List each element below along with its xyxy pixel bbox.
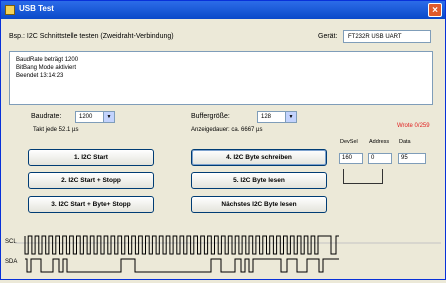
sda-waveform bbox=[25, 258, 339, 273]
next-i2c-byte-read-button[interactable]: Nächstes I2C Byte lesen bbox=[191, 196, 327, 213]
app-window: USB Test × Bsp.: I2C Schnittstelle teste… bbox=[0, 0, 446, 280]
title-bar: USB Test × bbox=[1, 1, 445, 19]
i2c-start-button[interactable]: 1. I2C Start bbox=[28, 149, 154, 166]
data-field[interactable]: 95 bbox=[398, 153, 426, 164]
devsel-label: DevSel bbox=[340, 139, 358, 145]
log-line: BitBang Mode aktiviert bbox=[16, 65, 77, 71]
i2c-start-byte-stop-button[interactable]: 3. I2C Start + Byte+ Stopp bbox=[28, 196, 154, 213]
i2c-byte-write-button[interactable]: 4. I2C Byte schreiben bbox=[191, 149, 327, 166]
address-label: Address bbox=[369, 139, 390, 145]
device-field[interactable]: FT232R USB UART bbox=[343, 30, 431, 43]
log-textarea[interactable]: BaudRate beträgt 1200 BitBang Mode aktiv… bbox=[9, 51, 433, 105]
baudrate-label: Baudrate: bbox=[31, 113, 62, 120]
i2c-start-stop-button[interactable]: 2. I2C Start + Stopp bbox=[28, 172, 154, 189]
address-field[interactable]: 0 bbox=[368, 153, 392, 164]
register-bracket bbox=[343, 169, 383, 184]
i2c-byte-read-button[interactable]: 5. I2C Byte lesen bbox=[191, 172, 327, 189]
chevron-down-icon[interactable]: ▼ bbox=[103, 112, 114, 122]
device-label: Gerät: bbox=[318, 33, 338, 40]
anzeige-label: Anzeigedauer: ca. 6667 µs bbox=[191, 127, 263, 133]
signal-waveform bbox=[15, 235, 441, 273]
takt-label: Takt jede 52.1 µs bbox=[33, 127, 79, 133]
buffer-value: 128 bbox=[261, 114, 272, 120]
baudrate-select[interactable]: 1200 ▼ bbox=[75, 111, 115, 123]
devsel-field[interactable]: 160 bbox=[339, 153, 363, 164]
status-warning: Wrote 0/259 bbox=[397, 123, 430, 129]
buffer-select[interactable]: 128 ▼ bbox=[257, 111, 297, 123]
chevron-down-icon[interactable]: ▼ bbox=[285, 112, 296, 122]
log-line: BaudRate beträgt 1200 bbox=[16, 57, 79, 63]
buffer-label: Buffergröße: bbox=[191, 113, 230, 120]
baudrate-value: 1200 bbox=[79, 114, 93, 120]
close-button[interactable]: × bbox=[428, 3, 442, 17]
app-icon bbox=[5, 5, 15, 15]
window-title: USB Test bbox=[19, 4, 54, 13]
log-line: Beendet 13:14:23 bbox=[16, 73, 64, 79]
scl-waveform bbox=[24, 235, 339, 255]
description-label: Bsp.: I2C Schnittstelle testen (Zweidrah… bbox=[9, 33, 174, 40]
data-label: Data bbox=[399, 139, 411, 145]
